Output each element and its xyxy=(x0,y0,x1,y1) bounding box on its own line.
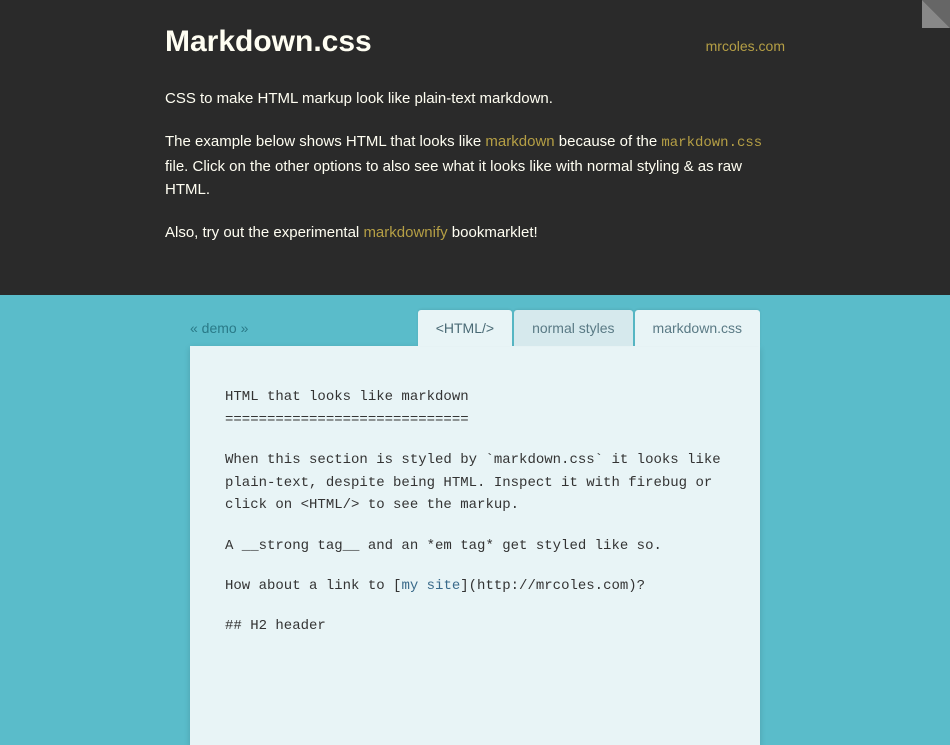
my-site-link[interactable]: my site xyxy=(401,578,460,594)
markdown-paragraph-2: A __strong tag__ and an *em tag* get sty… xyxy=(225,535,725,557)
text: ](http://mrcoles.com)? xyxy=(460,578,645,594)
text: bookmarklet! xyxy=(448,224,538,241)
tab-markdown-css[interactable]: markdown.css xyxy=(635,310,760,346)
text: The example below shows HTML that looks … xyxy=(165,133,485,150)
intro-paragraph-2: The example below shows HTML that looks … xyxy=(165,130,785,201)
markdown-paragraph-1: When this section is styled by `markdown… xyxy=(225,449,725,516)
text: file. Click on the other options to also… xyxy=(165,158,742,198)
site-link[interactable]: mrcoles.com xyxy=(706,38,785,54)
filename-code: markdown.css xyxy=(661,135,762,151)
intro-text: CSS to make HTML markup look like plain-… xyxy=(165,87,785,245)
demo-label: « demo » xyxy=(190,320,248,336)
markdown-h2: ## H2 header xyxy=(225,615,725,637)
text: How about a link to [ xyxy=(225,578,401,594)
markdown-paragraph-3: How about a link to [my site](http://mrc… xyxy=(225,575,725,597)
text: because of the xyxy=(555,133,662,150)
intro-paragraph-1: CSS to make HTML markup look like plain-… xyxy=(165,87,785,110)
page-title: Markdown.css xyxy=(165,25,372,59)
markdown-link[interactable]: markdown xyxy=(485,133,554,150)
markdown-h1: HTML that looks like markdown xyxy=(225,386,725,408)
corner-fold-icon[interactable] xyxy=(922,0,950,28)
page-header: Markdown.css mrcoles.com CSS to make HTM… xyxy=(0,0,950,295)
markdown-h1-underline: ============================= xyxy=(225,409,725,431)
tabs: <HTML/> normal styles markdown.css xyxy=(418,310,760,346)
tab-html[interactable]: <HTML/> xyxy=(418,310,512,346)
text: Also, try out the experimental xyxy=(165,224,363,241)
demo-panel: HTML that looks like markdown ==========… xyxy=(190,346,760,745)
markdownify-link[interactable]: markdownify xyxy=(363,224,447,241)
tab-normal-styles[interactable]: normal styles xyxy=(514,310,632,346)
tabs-row: « demo » <HTML/> normal styles markdown.… xyxy=(165,295,785,346)
intro-paragraph-3: Also, try out the experimental markdowni… xyxy=(165,221,785,244)
